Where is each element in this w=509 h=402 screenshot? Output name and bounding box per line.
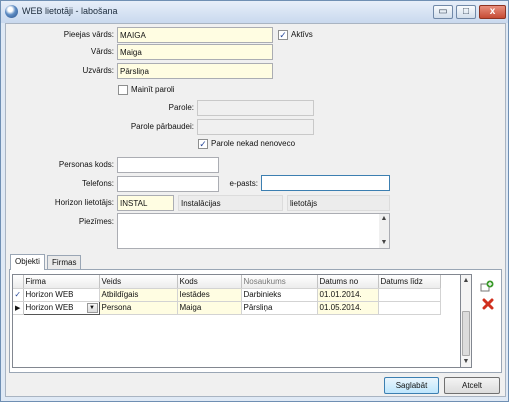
notes-scrollbar[interactable]: ▲ ▼ [379, 214, 389, 248]
cell-datums-no[interactable]: 01.05.2014. [317, 301, 379, 315]
column-header-datums-lidz[interactable]: Datums līdz [378, 275, 441, 289]
password-label: Parole: [168, 103, 194, 112]
delete-row-icon[interactable] [482, 298, 494, 310]
window-title: WEB lietotāji - labošana [22, 6, 118, 16]
scrollbar-thumb[interactable] [462, 311, 470, 356]
app-window: WEB lietotāji - labošana ▭ □ x Pieejas v… [0, 0, 509, 402]
horizon-user-name-field: Instalācijas [178, 195, 283, 211]
login-label: Pieejas vārds: [63, 30, 114, 39]
column-header-datums-no[interactable]: Datums no [317, 275, 379, 289]
objects-grid: Firma Veids Kods Nosaukums Datums no Dat… [12, 274, 461, 368]
cell-firma-value: Horizon WEB [25, 303, 74, 312]
current-row-arrow-icon: ▶ [13, 301, 24, 315]
tab-firmas[interactable]: Firmas [47, 255, 82, 270]
password-confirm-input[interactable] [197, 119, 314, 135]
active-checkbox[interactable]: ✓ [278, 30, 288, 40]
password-confirm-label: Parole pārbaudei: [130, 122, 194, 131]
tab-objekti[interactable]: Objekti [10, 254, 45, 270]
cell-nosaukums: Darbinieks [241, 288, 318, 302]
notes-label: Piezīmes: [78, 217, 114, 226]
phone-input[interactable] [117, 176, 219, 192]
indicator-header [13, 275, 24, 289]
cell-firma[interactable]: Horizon WEB [23, 288, 100, 302]
close-button[interactable]: x [479, 5, 506, 19]
scroll-up-icon[interactable]: ▲ [379, 214, 389, 224]
personal-code-label: Personas kods: [58, 160, 114, 169]
email-input[interactable] [261, 175, 390, 191]
horizon-user-type-field: lietotājs [287, 195, 390, 211]
phone-label: Telefons: [81, 179, 114, 188]
maximize-button[interactable]: □ [456, 5, 476, 19]
scroll-down-icon[interactable]: ▼ [461, 357, 471, 367]
column-header-firma[interactable]: Firma [23, 275, 100, 289]
chevron-down-icon[interactable]: ▼ [86, 302, 98, 313]
first-name-label: Vārds: [90, 47, 114, 56]
horizon-user-label: Horizon lietotājs: [54, 198, 114, 207]
change-password-label: Mainīt paroli [131, 85, 175, 94]
cell-datums-no[interactable]: 01.01.2014. [317, 288, 379, 302]
add-row-icon[interactable] [480, 280, 494, 292]
form-area: Pieejas vārds: MAIGA ✓ Aktīvs Vārds: Mai… [5, 23, 506, 397]
minimize-button[interactable]: ▭ [433, 5, 453, 19]
last-name-label: Uzvārds: [82, 66, 114, 75]
row-check-icon: ✓ [13, 288, 24, 302]
change-password-checkbox[interactable] [118, 85, 128, 95]
table-row[interactable]: ✓ Horizon WEB Atbildīgais Iestādes Darbi… [13, 288, 441, 302]
notes-textarea[interactable] [117, 213, 390, 249]
objects-panel: Firma Veids Kods Nosaukums Datums no Dat… [9, 269, 502, 373]
active-label: Aktīvs [291, 30, 313, 39]
table-row[interactable]: ▶ Horizon WEB ▼ Persona Maiga Pārsliņa 0… [13, 300, 441, 315]
email-label: e-pasts: [229, 179, 258, 188]
save-button[interactable]: Saglabāt [384, 377, 439, 394]
scroll-down-icon[interactable]: ▼ [379, 238, 389, 248]
cell-kods[interactable]: Maiga [177, 301, 242, 315]
personal-code-input[interactable] [117, 157, 219, 173]
cell-kods[interactable]: Iestādes [177, 288, 242, 302]
cancel-button[interactable]: Atcelt [444, 377, 500, 394]
cell-datums-lidz[interactable] [378, 288, 441, 302]
scroll-up-icon[interactable]: ▲ [461, 276, 471, 286]
grid-header-row: Firma Veids Kods Nosaukums Datums no Dat… [13, 275, 441, 289]
cell-firma-editor[interactable]: Horizon WEB ▼ [22, 300, 100, 315]
cell-veids[interactable]: Atbildīgais [99, 288, 178, 302]
grid-scrollbar[interactable]: ▲ ▼ [461, 274, 472, 368]
app-globe-icon [5, 5, 18, 18]
login-input[interactable]: MAIGA [117, 27, 273, 43]
column-header-veids[interactable]: Veids [99, 275, 178, 289]
never-expire-checkbox[interactable]: ✓ [198, 139, 208, 149]
never-expire-label: Parole nekad nenoveco [211, 139, 296, 148]
first-name-input[interactable]: Maiga [117, 44, 273, 60]
title-bar: WEB lietotāji - labošana ▭ □ x [1, 1, 508, 23]
column-header-kods[interactable]: Kods [177, 275, 242, 289]
objects-table: Firma Veids Kods Nosaukums Datums no Dat… [13, 275, 441, 315]
cell-datums-lidz[interactable] [378, 301, 441, 315]
last-name-input[interactable]: Pārsliņa [117, 63, 273, 79]
column-header-nosaukums[interactable]: Nosaukums [241, 275, 318, 289]
password-input[interactable] [197, 100, 314, 116]
cell-veids[interactable]: Persona [99, 301, 178, 315]
cell-nosaukums: Pārsliņa [241, 301, 318, 315]
horizon-user-code-input[interactable]: INSTAL [117, 195, 174, 211]
